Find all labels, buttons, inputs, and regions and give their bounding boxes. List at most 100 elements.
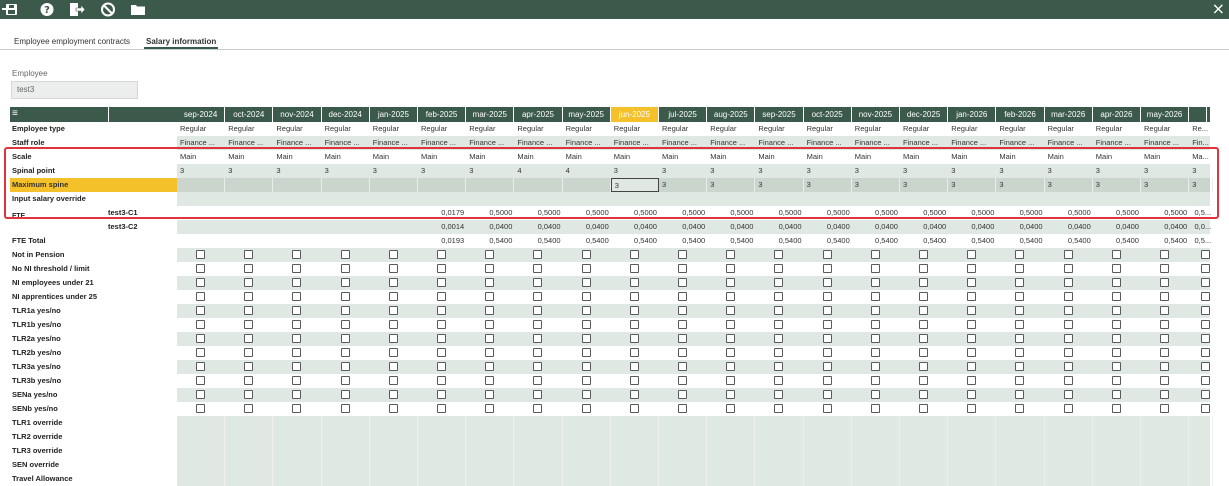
grid-cell[interactable]: 0,5000 [707, 206, 755, 220]
grid-cell[interactable]: 0,5000 [900, 206, 948, 220]
checkbox[interactable] [774, 320, 784, 329]
checkbox[interactable] [726, 278, 736, 287]
grid-cell[interactable] [177, 192, 225, 206]
grid-cell[interactable]: 0,5400 [611, 234, 659, 248]
grid-cell[interactable]: 3 [1045, 164, 1093, 178]
checkbox[interactable] [629, 320, 639, 329]
grid-cell[interactable] [370, 206, 418, 220]
month-header[interactable]: oct-2024 [225, 107, 274, 122]
checkbox[interactable] [774, 404, 784, 413]
grid-cell[interactable] [273, 430, 322, 444]
checkbox[interactable] [533, 348, 543, 357]
month-header[interactable]: may-2026 [1141, 107, 1190, 122]
grid-cell[interactable]: Regular [273, 122, 321, 136]
grid-cell[interactable] [659, 192, 707, 206]
checkbox[interactable] [1201, 404, 1211, 413]
checkbox[interactable] [196, 348, 205, 357]
grid-cell[interactable] [177, 234, 225, 248]
grid-cell[interactable]: 0,0400 [755, 220, 803, 234]
checkbox[interactable] [1015, 404, 1025, 413]
checkbox[interactable] [774, 306, 784, 315]
grid-cell[interactable]: Finance ... [611, 136, 659, 150]
grid-cell[interactable]: 3 [1189, 178, 1214, 192]
checkbox[interactable] [967, 292, 977, 301]
grid-cell[interactable]: Regular [755, 122, 803, 136]
grid-cell[interactable]: Main [466, 150, 514, 164]
grid-cell[interactable]: 3 [659, 164, 707, 178]
grid-cell[interactable]: Regular [514, 122, 562, 136]
checkbox[interactable] [292, 250, 302, 259]
grid-cell[interactable] [1093, 444, 1141, 458]
grid-cell[interactable] [225, 220, 273, 234]
grid-cell[interactable]: Main [225, 150, 273, 164]
grid-cell[interactable]: 3 [948, 164, 996, 178]
grid-cell[interactable] [563, 444, 611, 458]
grid-cell[interactable] [370, 472, 418, 486]
checkbox[interactable] [1015, 292, 1025, 301]
checkbox[interactable] [774, 362, 784, 371]
grid-cell[interactable] [611, 430, 659, 444]
grid-cell[interactable] [418, 444, 467, 458]
grid-cell[interactable]: 0,5400 [996, 234, 1044, 248]
grid-cell[interactable]: 3 [804, 178, 852, 192]
grid-cell[interactable]: Regular [852, 122, 900, 136]
checkbox[interactable] [388, 250, 398, 259]
checkbox[interactable] [1111, 334, 1121, 343]
checkbox[interactable] [822, 334, 832, 343]
grid-cell[interactable] [852, 416, 900, 430]
grid-cell[interactable] [466, 444, 515, 458]
grid-cell[interactable]: Regular [1141, 122, 1189, 136]
grid-cell[interactable] [707, 430, 756, 444]
grid-cell[interactable] [418, 192, 466, 206]
grid-cell[interactable]: 0,5000 [514, 206, 562, 220]
grid-cell[interactable]: Regular [900, 122, 948, 136]
grid-cell[interactable] [514, 430, 563, 444]
month-header[interactable]: nov-2024 [273, 107, 322, 122]
grid-cell[interactable] [996, 458, 1045, 472]
grid-cell[interactable] [1189, 416, 1214, 430]
checkbox[interactable] [1111, 390, 1121, 399]
grid-cell[interactable] [563, 192, 611, 206]
grid-cell[interactable] [466, 430, 515, 444]
grid-cell[interactable] [418, 458, 467, 472]
grid-cell[interactable]: 4 [563, 164, 611, 178]
checkbox[interactable] [340, 348, 350, 357]
checkbox[interactable] [870, 362, 880, 371]
checkbox[interactable] [581, 250, 591, 259]
checkbox[interactable] [533, 306, 543, 315]
grid-cell[interactable]: 0,0... [1189, 220, 1213, 234]
checkbox[interactable] [726, 320, 736, 329]
checkbox[interactable] [629, 404, 639, 413]
grid-cell[interactable]: 0,0400 [852, 220, 900, 234]
grid-cell[interactable] [514, 458, 563, 472]
grid-cell[interactable] [225, 472, 274, 486]
checkbox[interactable] [196, 404, 205, 413]
checkbox[interactable] [822, 404, 832, 413]
grid-cell[interactable]: Finance ... [370, 136, 418, 150]
checkbox[interactable] [292, 264, 302, 273]
grid-cell[interactable]: Regular [466, 122, 514, 136]
grid-cell[interactable]: 0,5400 [1141, 234, 1189, 248]
checkbox[interactable] [967, 320, 977, 329]
close-icon[interactable]: × [1212, 0, 1225, 18]
grid-cell[interactable] [177, 206, 225, 220]
grid-cell[interactable]: 0,5000 [611, 206, 659, 220]
checkbox[interactable] [726, 404, 736, 413]
grid-cell[interactable] [900, 472, 949, 486]
checkbox[interactable] [1160, 334, 1169, 343]
grid-cell[interactable]: Main [707, 150, 755, 164]
grid-cell[interactable] [900, 192, 948, 206]
checkbox[interactable] [1063, 404, 1073, 413]
grid-cell[interactable]: Finance ... [563, 136, 611, 150]
checkbox[interactable] [581, 404, 591, 413]
grid-cell[interactable]: Finance ... [177, 136, 225, 150]
checkbox[interactable] [967, 390, 977, 399]
grid-cell[interactable]: 0,5000 [948, 206, 996, 220]
checkbox[interactable] [1201, 348, 1211, 357]
checkbox[interactable] [244, 390, 254, 399]
checkbox[interactable] [388, 334, 398, 343]
exit-icon[interactable] [68, 1, 86, 18]
grid-cell[interactable]: 0,5000 [1141, 206, 1189, 220]
checkbox[interactable] [870, 334, 880, 343]
grid-cell[interactable] [563, 458, 611, 472]
